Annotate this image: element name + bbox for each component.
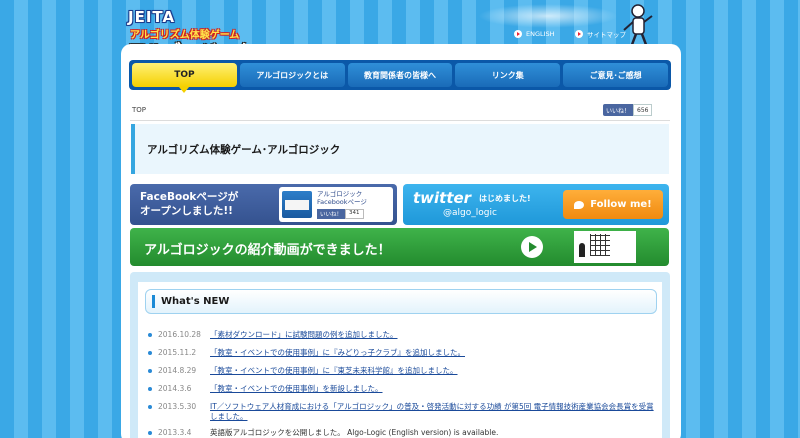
global-nav: TOP アルゴロジックとは 教育関係者の皆様へ リンク集 ご意見･ご感想 — [129, 60, 671, 93]
header-decoration — [478, 4, 618, 28]
facebook-like-button[interactable]: いいね！ 656 — [603, 104, 653, 116]
nav-feedback[interactable]: ご意見･ご感想 — [563, 63, 668, 87]
news-link[interactable]: 「素材ダウンロード」に試験問題の例を追加しました。 — [210, 330, 398, 348]
news-heading: What's NEW — [161, 296, 230, 307]
nav-about[interactable]: アルゴロジックとは — [239, 63, 345, 87]
intro-video-banner[interactable]: アルゴロジックの紹介動画ができました！ — [130, 228, 669, 266]
arrow-icon — [514, 30, 522, 38]
divider — [130, 120, 670, 121]
twitter-logo: twitter — [413, 189, 472, 207]
news-item: 2014.3.6 「教室・イベントでの使用事例」を新設しました。 — [148, 384, 658, 402]
news-link[interactable]: 「教室・イベントでの使用事例」を新設しました。 — [210, 384, 383, 402]
news-link[interactable]: 「教室・イベントでの使用事例」に『みどりっ子クラブ』を追加しました。 — [210, 348, 465, 366]
twitter-bird-icon — [574, 200, 585, 209]
facebook-card-like-button[interactable]: いいね！ 341 — [317, 209, 364, 219]
facebook-banner-text: FaceBookページが オープンしました!! — [140, 191, 239, 217]
logo-jeita: JEITA — [128, 8, 176, 26]
arrow-icon — [575, 30, 583, 38]
heading-bar — [152, 295, 155, 308]
page-title-box: アルゴリズム体験ゲーム･アルゴロジック — [131, 124, 669, 174]
like-count: 656 — [633, 104, 653, 116]
twitter-tagline: はじめました! — [479, 194, 531, 203]
site-logo[interactable]: JEITA アルゴリズム体験ゲーム アルゴロジック — [128, 8, 253, 63]
facebook-page-card[interactable]: アルゴロジック Facebookページ いいね！ 341 — [279, 187, 393, 222]
news-link[interactable]: IT／ソフトウェア人材育成における「アルゴロジック」の普及・啓発活動に対する功績… — [210, 402, 658, 428]
follow-button-label: Follow me! — [590, 199, 652, 210]
english-link[interactable]: ENGLISH — [514, 27, 555, 41]
twitter-banner[interactable]: twitter はじめました! @algo_logic Follow me! — [403, 184, 669, 225]
news-item: 2013.5.30 IT／ソフトウェア人材育成における「アルゴロジック」の普及・… — [148, 402, 658, 428]
figure-icon — [579, 243, 585, 257]
like-label: いいね！ — [603, 104, 634, 116]
video-banner-text: アルゴロジックの紹介動画ができました！ — [144, 243, 391, 258]
news-item: 2014.8.29 「教室・イベントでの使用事例」に『東芝未来科学館』を追加しま… — [148, 366, 658, 384]
news-text: 英語版アルゴロジックを公開しました。 Algo-Logic (English v… — [210, 428, 499, 437]
news-link[interactable]: 「教室・イベントでの使用事例」に『東芝未来科学館』を追加しました。 — [210, 366, 458, 384]
twitter-handle: @algo_logic — [443, 208, 497, 218]
nav-educators[interactable]: 教育関係者の皆様へ — [347, 63, 453, 87]
news-item: 2016.10.28 「素材ダウンロード」に試験問題の例を追加しました。 — [148, 330, 658, 348]
page-title: アルゴリズム体験ゲーム･アルゴロジック — [147, 144, 341, 156]
news-heading-box: What's NEW — [145, 289, 657, 314]
facebook-page-thumbnail — [282, 191, 312, 218]
news-date: 2014.3.6 — [158, 384, 192, 393]
english-link-label: ENGLISH — [526, 30, 555, 38]
facebook-banner[interactable]: FaceBookページが オープンしました!! アルゴロジック Facebook… — [130, 184, 397, 225]
card-like-count: 341 — [345, 209, 364, 219]
news-list: 2016.10.28 「素材ダウンロード」に試験問題の例を追加しました。 201… — [148, 330, 658, 438]
news-item: 2013.3.4 英語版アルゴロジックを公開しました。 Algo-Logic (… — [148, 428, 658, 438]
grid-icon — [590, 234, 610, 256]
news-item: 2015.11.2 「教室・イベントでの使用事例」に『みどりっ子クラブ』を追加し… — [148, 348, 658, 366]
news-date: 2013.3.4 — [158, 428, 192, 437]
breadcrumb: TOP — [132, 106, 147, 114]
news-date: 2014.8.29 — [158, 366, 197, 375]
play-icon[interactable] — [521, 236, 543, 258]
news-date: 2016.10.28 — [158, 330, 201, 339]
card-like-label: いいね！ — [317, 209, 346, 219]
facebook-card-title: アルゴロジック Facebookページ — [317, 190, 367, 206]
nav-top[interactable]: TOP — [132, 63, 237, 93]
nav-links[interactable]: リンク集 — [455, 63, 561, 87]
video-thumbnail — [574, 231, 636, 263]
follow-button[interactable]: Follow me! — [563, 190, 663, 219]
news-date: 2015.11.2 — [158, 348, 197, 357]
news-date: 2013.5.30 — [158, 402, 197, 411]
